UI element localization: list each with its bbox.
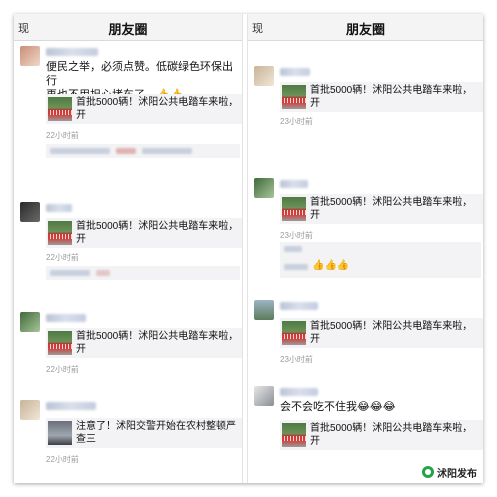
article-thumbnail — [48, 97, 72, 121]
avatar[interactable] — [254, 178, 274, 198]
post-time: 22小时前 — [46, 365, 79, 374]
shared-article-card[interactable]: 首批5000辆！沭阳公共电踏车来啦，开 启出行“新模式”~ — [46, 94, 242, 124]
author-name-blurred[interactable] — [280, 388, 318, 396]
watermark: 沭阳发布 — [422, 465, 477, 480]
avatar[interactable] — [20, 202, 40, 222]
comment-emoji: 👍👍👍 — [312, 260, 350, 271]
shared-article-title: 首批5000辆！沭阳公共电踏车来啦，开 启出行“新模式”~ — [76, 331, 239, 355]
avatar[interactable] — [254, 386, 274, 406]
author-name-blurred[interactable] — [46, 402, 96, 410]
article-thumbnail — [282, 321, 306, 345]
avatar[interactable] — [20, 312, 40, 332]
article-thumbnail — [48, 221, 72, 245]
moment-post: 注意了！沭阳交警开始在农村整顿严查三 动三、四轮车 22小时前 — [14, 396, 242, 483]
avatar[interactable] — [254, 66, 274, 86]
post-time: 22小时前 — [46, 253, 79, 262]
moment-post: 首批5000辆！沭阳公共电踏车来啦，开 启出行“新模式”~ 22小时前 — [14, 194, 242, 294]
author-name-blurred[interactable] — [46, 204, 72, 212]
comment-blurred — [116, 148, 136, 154]
moment-post: 便民之举，必须点赞。低碳绿色环保出行 再也不用担心堵车了。👍👍 首批5000辆！… — [14, 44, 242, 174]
page-title: 朋友圈 — [345, 22, 385, 37]
post-time: 22小时前 — [46, 131, 79, 140]
article-thumbnail — [282, 197, 306, 221]
comment-blurred — [142, 148, 192, 154]
comment-blurred — [96, 270, 110, 276]
avatar[interactable] — [20, 400, 40, 420]
article-thumbnail — [48, 331, 72, 355]
author-name-blurred[interactable] — [280, 68, 310, 76]
nav-bar: 现 朋友圈 — [248, 14, 483, 41]
post-time: 23小时前 — [280, 231, 313, 240]
author-name-blurred[interactable] — [46, 314, 86, 322]
shared-article-card[interactable]: 首批5000辆！沭阳公共电踏车来啦，开 启出行“新模式”~ — [280, 318, 483, 348]
shared-article-title: 首批5000辆！沭阳公共电踏车来啦，开 启出行“新模式”~ — [310, 321, 473, 345]
shared-article-card[interactable]: 注意了！沭阳交警开始在农村整顿严查三 动三、四轮车 — [46, 418, 242, 448]
shared-article-card[interactable]: 首批5000辆！沭阳公共电踏车来啦，开 启出行“新模式”~ — [280, 82, 483, 112]
page-title: 朋友圈 — [108, 22, 148, 37]
article-thumbnail — [48, 421, 72, 445]
avatar[interactable] — [20, 46, 40, 66]
post-text: 会不会吃不住我😂😂😂 — [280, 401, 396, 413]
shared-article-title: 注意了！沭阳交警开始在农村整顿严查三 动三、四轮车 — [76, 421, 236, 445]
avatar[interactable] — [254, 300, 274, 320]
post-time: 23小时前 — [280, 117, 313, 126]
comment-area — [46, 266, 240, 280]
shared-article-title: 首批5000辆！沭阳公共电踏车来啦，开 启出行“新模式”~ — [310, 85, 473, 109]
shared-article-card[interactable]: 首批5000辆！沭阳公共电踏车来啦，开 启出行“新模式”~ — [46, 218, 242, 248]
comment-area — [46, 144, 240, 158]
shared-article-title: 首批5000辆！沭阳公共电踏车来啦，开 启出行“新模式”~ — [310, 197, 473, 221]
moment-post: 首批5000辆！沭阳公共电踏车来啦，开 启出行“新模式”~ 22小时前 — [14, 306, 242, 386]
post-time: 22小时前 — [46, 455, 79, 464]
left-moments-panel: 现 朋友圈 便民之举，必须点赞。低碳绿色环保出行 再也不用担心堵车了。👍👍 首批… — [14, 14, 242, 483]
comment-author-blurred — [284, 264, 308, 270]
shared-article-title: 首批5000辆！沭阳公共电踏车来啦，开 启出行“新模式”~ — [76, 221, 239, 245]
right-moments-panel: 现 朋友圈 首批5000辆！沭阳公共电踏车来啦，开 启出行“新模式”~ 23小时… — [248, 14, 483, 483]
shared-article-card[interactable]: 首批5000辆！沭阳公共电踏车来啦，开 启出行“新模式”~ — [46, 328, 242, 358]
screenshot-collage: 现 朋友圈 便民之举，必须点赞。低碳绿色环保出行 再也不用担心堵车了。👍👍 首批… — [14, 14, 483, 483]
post-time: 23小时前 — [280, 355, 313, 364]
watermark-text: 沭阳发布 — [437, 468, 477, 480]
shared-article-title: 首批5000辆！沭阳公共电踏车来啦，开 启出行“新模式”~ — [76, 97, 239, 121]
moment-post: 首批5000辆！沭阳公共电踏车来啦，开 启出行“新模式”~ 23小时前 — [248, 298, 483, 378]
shared-article-card[interactable]: 首批5000辆！沭阳公共电踏车来啦，开 启出行“新模式”~ — [280, 194, 483, 224]
article-thumbnail — [282, 85, 306, 109]
moment-post: 首批5000辆！沭阳公共电踏车来啦，开 启出行“新模式”~ 23小时前 — [248, 56, 483, 136]
shared-article-card[interactable]: 首批5000辆！沭阳公共电踏车来啦，开 启出行“新模式”~ — [280, 420, 483, 450]
moment-post: 首批5000辆！沭阳公共电踏车来啦，开 启出行“新模式”~ 23小时前 👍👍👍 — [248, 174, 483, 294]
article-thumbnail — [282, 423, 306, 447]
comment-blurred — [50, 148, 110, 154]
likes-blurred — [284, 246, 302, 252]
wechat-channel-icon — [422, 466, 434, 478]
comment-blurred — [50, 270, 90, 276]
author-name-blurred[interactable] — [46, 48, 98, 56]
author-name-blurred[interactable] — [280, 180, 308, 188]
nav-bar: 现 朋友圈 — [14, 14, 242, 41]
shared-article-title: 首批5000辆！沭阳公共电踏车来啦，开 启出行“新模式”~ — [310, 423, 473, 447]
comment-area: 👍👍👍 — [280, 242, 481, 278]
author-name-blurred[interactable] — [280, 302, 318, 310]
